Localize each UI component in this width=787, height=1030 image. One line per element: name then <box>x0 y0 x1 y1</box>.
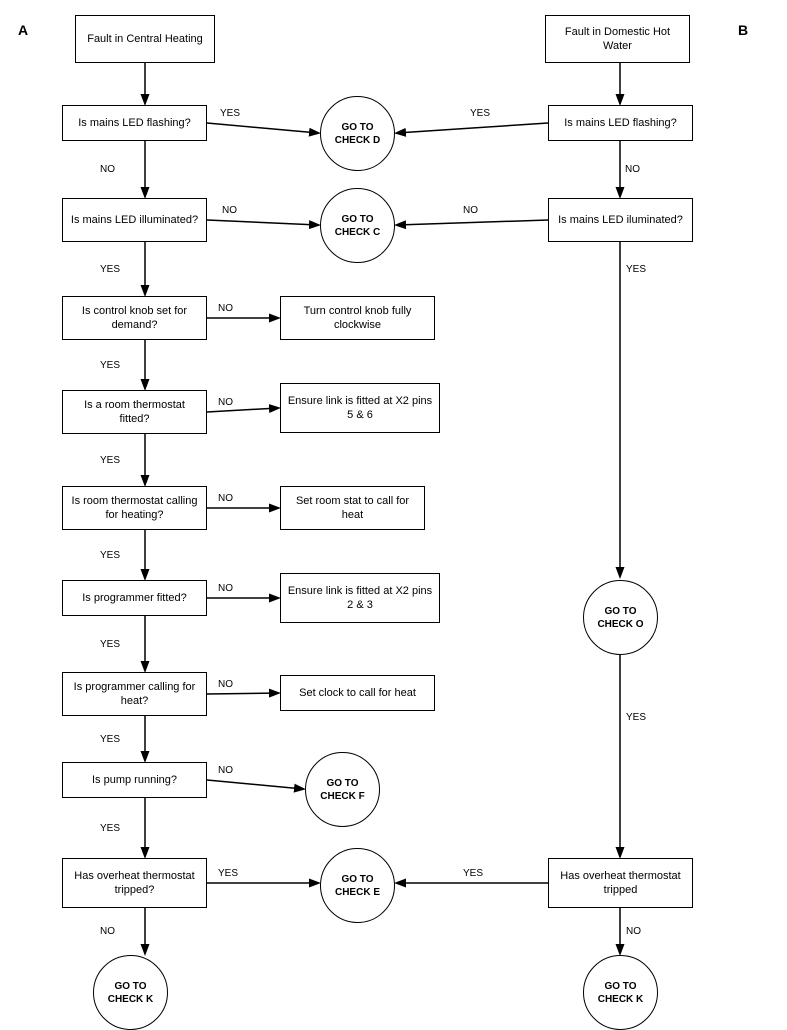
programmer-fitted-box: Is programmer fitted? <box>62 580 207 616</box>
room-thermostat-box: Is a room thermostat fitted? <box>62 390 207 434</box>
svg-text:NO: NO <box>218 303 233 314</box>
mains-flashing-a-box: Is mains LED flashing? <box>62 105 207 141</box>
ensure-link-56-box: Ensure link is fitted at X2 pins 5 & 6 <box>280 383 440 433</box>
svg-text:NO: NO <box>218 583 233 594</box>
svg-text:YES: YES <box>626 712 646 723</box>
svg-text:NO: NO <box>218 493 233 504</box>
check-k-b-circle: GO TO CHECK K <box>583 955 658 1030</box>
overheat-b-box: Has overheat thermostat tripped <box>548 858 693 908</box>
check-f-circle: GO TO CHECK F <box>305 752 380 827</box>
svg-text:YES: YES <box>100 734 120 745</box>
fault-dhw-box: Fault in Domestic Hot Water <box>545 15 690 63</box>
flowchart-diagram: A B Fault in Central Heating Fault in Do… <box>0 0 787 1024</box>
svg-text:NO: NO <box>218 765 233 776</box>
fault-ch-box: Fault in Central Heating <box>75 15 215 63</box>
svg-text:YES: YES <box>100 360 120 371</box>
svg-text:YES: YES <box>100 455 120 466</box>
set-clock-box: Set clock to call for heat <box>280 675 435 711</box>
svg-text:YES: YES <box>100 639 120 650</box>
svg-text:YES: YES <box>220 108 240 119</box>
svg-text:NO: NO <box>463 205 478 216</box>
check-e-circle: GO TO CHECK E <box>320 848 395 923</box>
svg-text:YES: YES <box>463 868 483 879</box>
svg-text:YES: YES <box>626 264 646 275</box>
svg-text:NO: NO <box>100 926 115 937</box>
room-thermostat-calling-box: Is room thermostat calling for heating? <box>62 486 207 530</box>
mains-illum-a-box: Is mains LED illuminated? <box>62 198 207 242</box>
section-label-a: A <box>18 22 28 38</box>
svg-text:YES: YES <box>100 550 120 561</box>
check-o-circle: GO TO CHECK O <box>583 580 658 655</box>
programmer-calling-box: Is programmer calling for heat? <box>62 672 207 716</box>
overheat-a-box: Has overheat thermostat tripped? <box>62 858 207 908</box>
check-d-circle: GO TO CHECK D <box>320 96 395 171</box>
pump-running-box: Is pump running? <box>62 762 207 798</box>
svg-text:NO: NO <box>218 397 233 408</box>
svg-text:NO: NO <box>626 926 641 937</box>
svg-text:YES: YES <box>100 264 120 275</box>
svg-text:NO: NO <box>100 164 115 175</box>
ensure-link-23-box: Ensure link is fitted at X2 pins 2 & 3 <box>280 573 440 623</box>
turn-clockwise-box: Turn control knob fully clockwise <box>280 296 435 340</box>
control-knob-box: Is control knob set for demand? <box>62 296 207 340</box>
svg-text:NO: NO <box>625 164 640 175</box>
mains-flashing-b-box: Is mains LED flashing? <box>548 105 693 141</box>
mains-illum-b-box: Is mains LED iluminated? <box>548 198 693 242</box>
check-c-circle: GO TO CHECK C <box>320 188 395 263</box>
svg-text:YES: YES <box>100 823 120 834</box>
svg-text:YES: YES <box>218 868 238 879</box>
check-k-a-circle: GO TO CHECK K <box>93 955 168 1030</box>
svg-text:NO: NO <box>222 205 237 216</box>
svg-text:YES: YES <box>470 108 490 119</box>
svg-text:NO: NO <box>218 679 233 690</box>
section-label-b: B <box>738 22 748 38</box>
set-room-stat-box: Set room stat to call for heat <box>280 486 425 530</box>
